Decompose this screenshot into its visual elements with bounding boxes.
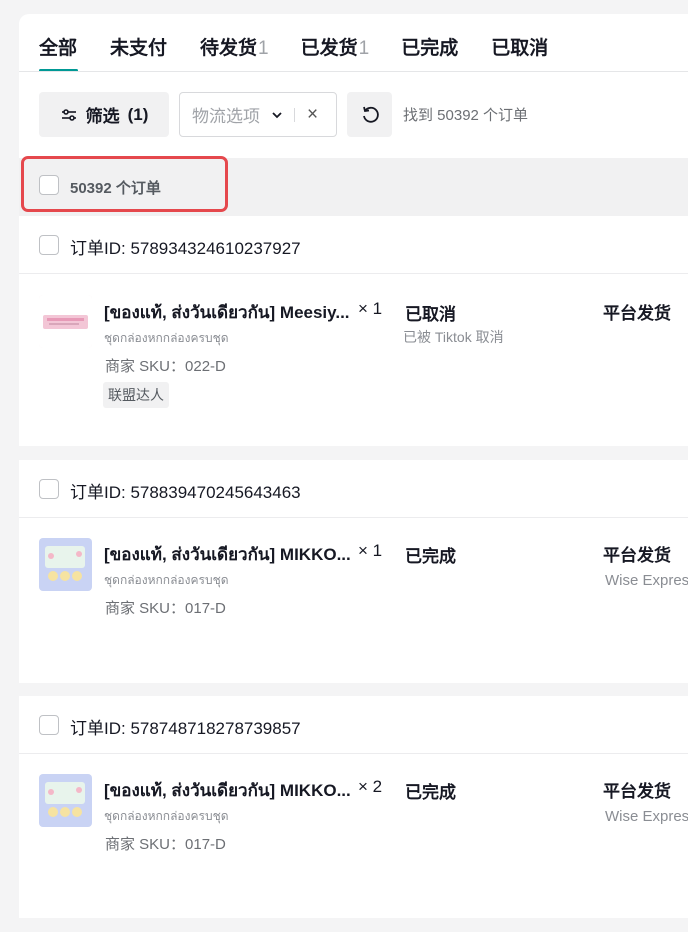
select-divider	[294, 107, 295, 122]
order-status: 已完成	[405, 783, 456, 802]
product-name[interactable]: [ของแท้, ส่งวันเดียวกัน] MIKKO...	[104, 541, 351, 568]
shipping-method: 平台发货	[603, 304, 671, 323]
chevron-down-icon	[272, 111, 282, 118]
tab-label: 未支付	[110, 38, 168, 59]
status-detail: 已被 Tiktok 取消	[403, 329, 504, 345]
tab-unpaid[interactable]: 未支付	[110, 36, 168, 72]
clear-icon[interactable]: ×	[307, 104, 318, 126]
shipping-method: 平台发货	[603, 546, 671, 565]
product-thumbnail[interactable]	[39, 538, 92, 591]
status-tabs: 全部 未支付 待发货1 已发货1 已完成 已取消	[39, 36, 581, 72]
tab-cancelled[interactable]: 已取消	[491, 36, 549, 72]
logistics-placeholder: 物流选项	[192, 107, 260, 126]
order-checkbox[interactable]	[39, 715, 59, 735]
order-card: 订单ID: 578839470245643463 [ของแท้, ส่งวัน…	[19, 460, 688, 683]
product-quantity: × 1	[358, 541, 383, 560]
tab-shipped[interactable]: 已发货1	[301, 36, 370, 72]
product-quantity: × 1	[358, 299, 383, 318]
order-header: 订单ID: 578934324610237927	[19, 216, 688, 274]
order-header: 订单ID: 578839470245643463	[19, 460, 688, 518]
tab-label: 全部	[39, 38, 78, 59]
tab-to-ship[interactable]: 待发货1	[200, 36, 269, 72]
filter-count: (1)	[127, 104, 149, 124]
tab-label: 已完成	[401, 38, 459, 59]
tab-all[interactable]: 全部	[39, 36, 79, 72]
carrier-name: Wise Expres	[605, 808, 688, 825]
tab-count: 1	[358, 38, 370, 59]
filter-label: 筛选	[85, 107, 120, 126]
tab-label: 已取消	[491, 38, 549, 59]
refresh-icon	[362, 106, 379, 123]
refresh-button[interactable]	[347, 92, 392, 137]
order-checkbox[interactable]	[39, 235, 59, 255]
order-header: 订单ID: 578748718278739857	[19, 696, 688, 754]
order-id[interactable]: 订单ID: 578748718278739857	[70, 714, 301, 739]
product-quantity: × 2	[358, 777, 383, 796]
order-id[interactable]: 订单ID: 578934324610237927	[70, 234, 301, 259]
order-checkbox[interactable]	[39, 479, 59, 499]
shipping-method: 平台发货	[603, 782, 671, 801]
product-thumbnail[interactable]	[39, 295, 92, 348]
product-variant: ชุดกล่องหกกล่องครบชุด	[104, 573, 229, 587]
product-name[interactable]: [ของแท้, ส่งวันเดียวกัน] Meesiy...	[104, 299, 350, 326]
result-count: 找到 50392 个订单	[403, 107, 529, 124]
tab-completed[interactable]: 已完成	[401, 36, 459, 72]
product-thumbnail[interactable]	[39, 774, 92, 827]
tab-label: 已发货	[300, 38, 358, 59]
filter-button[interactable]: 筛选 (1)	[39, 92, 169, 137]
order-status: 已完成	[405, 547, 456, 566]
tab-divider	[19, 71, 688, 72]
filter-sliders-icon	[61, 108, 76, 121]
logistics-select[interactable]: 物流选项 ×	[179, 92, 337, 137]
product-variant: ชุดกล่องหกกล่องครบชุด	[104, 809, 229, 823]
order-card: 订单ID: 578748718278739857 [ของแท้, ส่งวัน…	[19, 696, 688, 918]
order-id[interactable]: 订单ID: 578839470245643463	[70, 478, 301, 503]
product-variant: ชุดกล่องหกกล่องครบชุด	[104, 331, 229, 345]
product-sku: 商家 SKU：017-D	[105, 836, 226, 853]
carrier-name: Wise Expres	[605, 572, 688, 589]
product-sku: 商家 SKU：017-D	[105, 600, 226, 617]
affiliate-tag: 联盟达人	[103, 382, 169, 408]
product-name[interactable]: [ของแท้, ส่งวันเดียวกัน] MIKKO...	[104, 777, 351, 804]
product-sku: 商家 SKU：022-D	[105, 358, 226, 375]
highlight-box	[21, 156, 228, 212]
order-card: 订单ID: 578934324610237927 [ของแท้, ส่งวัน…	[19, 216, 688, 446]
tab-count: 1	[258, 38, 269, 59]
tab-label: 待发货	[200, 38, 258, 59]
order-status: 已取消	[405, 305, 456, 324]
